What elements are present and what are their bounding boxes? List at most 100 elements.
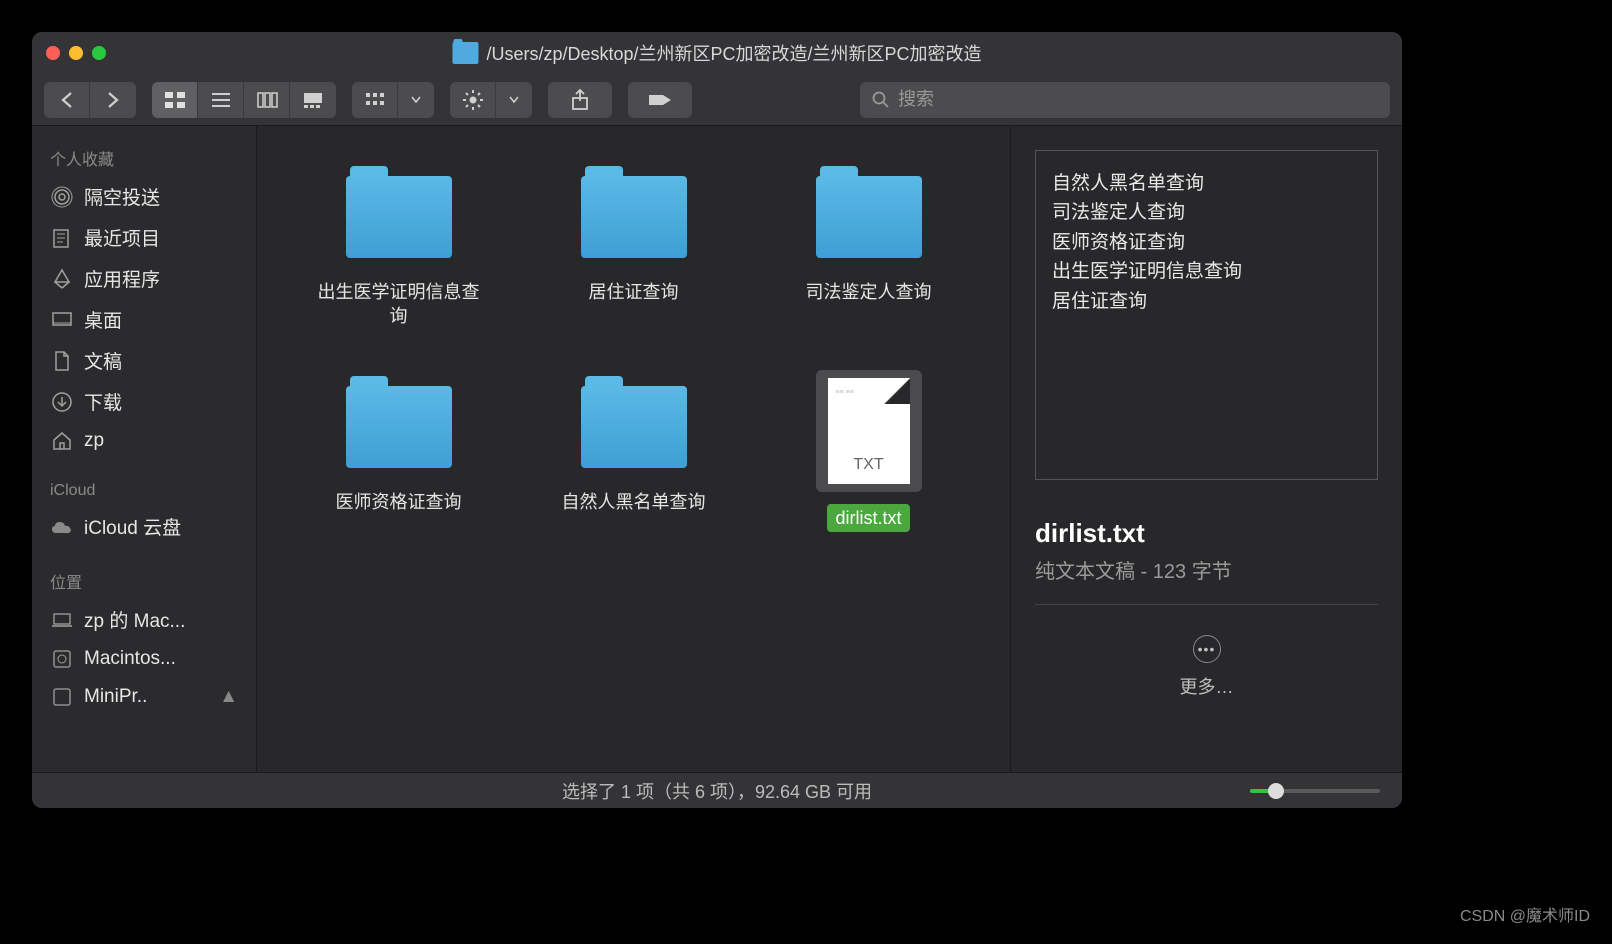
preview-filename: dirlist.txt [1035,518,1378,549]
sidebar-item-location-0[interactable]: zp 的 Mac... [32,599,256,640]
folder-icon [804,160,934,266]
sidebar-item-label: zp [84,430,104,452]
preview-line: 出生医学证明信息查询 [1052,257,1361,286]
zoom-thumb[interactable] [1268,783,1284,799]
sidebar-item-location-2[interactable]: MiniPr.. ▲ [32,678,256,716]
file-item[interactable]: 自然人黑名单查询 [516,364,751,574]
preview-line: 司法鉴定人查询 [1052,198,1361,227]
sidebar-item-recents[interactable]: 最近项目 [32,217,256,258]
search-field[interactable] [860,82,1390,118]
content-area: 出生医学证明信息查询居住证查询司法鉴定人查询医师资格证查询自然人黑名单查询TXT… [257,126,1402,772]
group-by-button-group [352,82,434,118]
search-input[interactable] [898,89,1378,110]
airdrop-icon [50,185,74,209]
file-item[interactable]: 司法鉴定人查询 [751,154,986,364]
sidebar-item-applications[interactable]: 应用程序 [32,258,256,299]
watermark: CSDN @魔术师ID [1460,902,1590,926]
folder-icon [334,370,464,476]
file-label: 自然人黑名单查询 [554,488,714,516]
sidebar-header-icloud: iCloud [32,476,256,506]
title-path: /Users/zp/Desktop/兰州新区PC加密改造/兰州新区PC加密改造 [486,40,981,66]
list-view-button[interactable] [198,82,244,118]
search-icon [872,91,890,109]
more-button[interactable]: ••• 更多… [1035,635,1378,699]
sidebar-header-favorites: 个人收藏 [32,140,256,176]
divider [1035,604,1378,605]
toolbar [32,74,1402,126]
sidebar-item-label: zp 的 Mac... [84,606,185,633]
cloud-icon [50,515,74,539]
nav-buttons [44,82,136,118]
files-grid: 出生医学证明信息查询 居住证查询 司法鉴定人查询医师资格证查询 自然人黑名单查询 TXT… [257,126,1010,772]
zoom-button[interactable] [92,46,106,60]
share-button-group [548,82,612,118]
sidebar-item-label: Macintos... [84,648,176,670]
preview-line: 自然人黑名单查询 [1052,169,1361,198]
sidebar-item-label: 应用程序 [84,265,160,292]
preview-line: 医师资格证查询 [1052,228,1361,257]
file-label: 出生医学证明信息查询 [309,278,489,331]
group-by-menu-button[interactable] [398,82,434,118]
status-text: 选择了 1 项（共 6 项），92.64 GB 可用 [562,778,872,804]
home-icon [50,429,74,453]
sidebar-item-icloud-drive[interactable]: iCloud 云盘 [32,506,256,547]
tags-button[interactable] [628,82,692,118]
file-item[interactable]: TXT≡≡ ≡≡dirlist.txt [751,364,986,574]
disk-icon [50,685,74,709]
preview-pane: 自然人黑名单查询司法鉴定人查询医师资格证查询出生医学证明信息查询居住证查询 di… [1010,126,1402,772]
tags-button-group [628,82,692,118]
file-label: 居住证查询 [581,278,687,306]
desktop-icon [50,308,74,332]
eject-icon[interactable]: ▲ [219,686,238,708]
sidebar-item-documents[interactable]: 文稿 [32,340,256,381]
documents-icon [50,349,74,373]
recents-icon [50,226,74,250]
folder-icon [569,370,699,476]
finder-window: /Users/zp/Desktop/兰州新区PC加密改造/兰州新区PC加密改造 [32,32,1402,808]
action-button[interactable] [450,82,496,118]
sidebar-item-desktop[interactable]: 桌面 [32,299,256,340]
close-button[interactable] [46,46,60,60]
file-item[interactable]: 居住证查询 [516,154,751,364]
laptop-icon [50,608,74,632]
folder-icon [452,42,478,64]
folder-icon [569,160,699,266]
sidebar-item-label: 下载 [84,388,122,415]
sidebar-item-location-1[interactable]: Macintos... [32,640,256,678]
txt-file-icon: TXT≡≡ ≡≡ [816,370,922,492]
apps-icon [50,267,74,291]
body-area: 个人收藏 隔空投送 最近项目 应用程序 桌面 文稿 [32,126,1402,772]
traffic-lights [46,46,106,60]
more-icon: ••• [1193,635,1221,663]
sidebar-item-label: 桌面 [84,306,122,333]
zoom-slider[interactable] [1250,789,1380,793]
icon-view-button[interactable] [152,82,198,118]
preview-subtitle: 纯文本文稿 - 123 字节 [1035,555,1378,584]
sidebar-item-downloads[interactable]: 下载 [32,381,256,422]
back-button[interactable] [44,82,90,118]
preview-content: 自然人黑名单查询司法鉴定人查询医师资格证查询出生医学证明信息查询居住证查询 [1035,150,1378,480]
file-item[interactable]: 出生医学证明信息查询 [281,154,516,364]
file-label: 医师资格证查询 [328,488,470,516]
file-item[interactable]: 医师资格证查询 [281,364,516,574]
sidebar-item-home[interactable]: zp [32,422,256,460]
downloads-icon [50,390,74,414]
disk-icon [50,647,74,671]
sidebar-item-label: 隔空投送 [84,183,160,210]
sidebar-item-airdrop[interactable]: 隔空投送 [32,176,256,217]
titlebar: /Users/zp/Desktop/兰州新区PC加密改造/兰州新区PC加密改造 [32,32,1402,74]
action-menu-button[interactable] [496,82,532,118]
sidebar-item-label: 文稿 [84,347,122,374]
minimize-button[interactable] [69,46,83,60]
gallery-view-button[interactable] [290,82,336,118]
sidebar-item-label: MiniPr.. [84,686,147,708]
folder-icon [334,160,464,266]
column-view-button[interactable] [244,82,290,118]
share-button[interactable] [548,82,612,118]
action-button-group [450,82,532,118]
file-label: 司法鉴定人查询 [798,278,940,306]
group-by-button[interactable] [352,82,398,118]
sidebar-item-label: iCloud 云盘 [84,513,181,540]
forward-button[interactable] [90,82,136,118]
statusbar: 选择了 1 项（共 6 项），92.64 GB 可用 [32,772,1402,808]
